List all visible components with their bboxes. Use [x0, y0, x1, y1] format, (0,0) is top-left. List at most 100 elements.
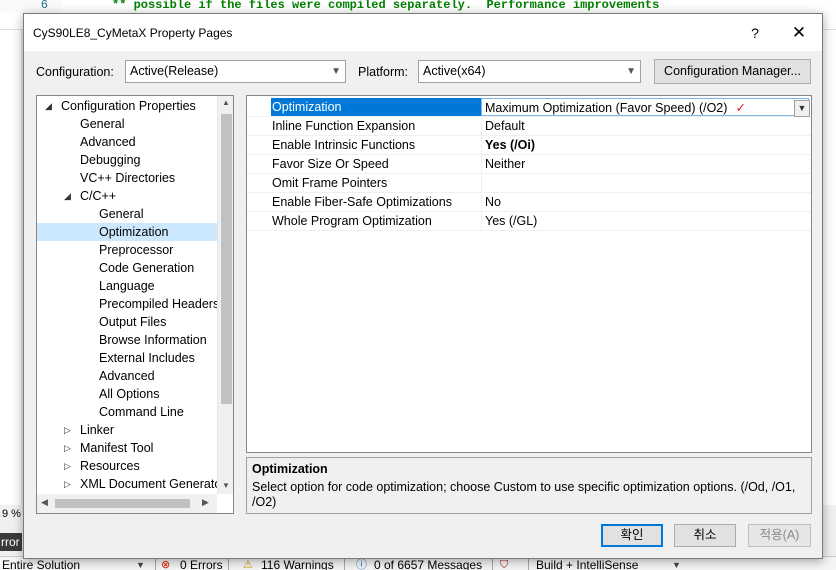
tree-item[interactable]: General — [37, 205, 217, 223]
tree-item[interactable]: Code Generation — [37, 259, 217, 277]
tree-item[interactable]: ▷ Linker — [37, 421, 217, 439]
property-pages-dialog: CyS90LE8_CyMetaX Property Pages ? ✕ Conf… — [23, 13, 823, 559]
platform-dropdown[interactable]: Active(x64) ▼ — [418, 60, 641, 83]
property-row[interactable]: Favor Size Or Speed Neither — [247, 155, 811, 174]
tree-item-label: Output Files — [99, 315, 167, 329]
tree-item[interactable]: Advanced — [37, 367, 217, 385]
description-title: Optimization — [252, 462, 328, 476]
property-row[interactable]: Enable Intrinsic Functions Yes (/Oi) — [247, 136, 811, 155]
configuration-dropdown[interactable]: Active(Release) ▼ — [125, 60, 346, 83]
tree-item[interactable]: Preprocessor — [37, 241, 217, 259]
tree-item[interactable]: ◢ C/C++ — [37, 187, 217, 205]
property-value[interactable]: No — [481, 193, 809, 211]
tree-item[interactable]: Debugging — [37, 151, 217, 169]
tree-item[interactable]: All Options — [37, 385, 217, 403]
property-row[interactable]: Enable Fiber-Safe Optimizations No — [247, 193, 811, 212]
property-tree: ◢ Configuration Properties General Advanced… — [36, 95, 234, 514]
collapse-arrow-icon[interactable]: ▷ — [64, 457, 71, 475]
tree-item[interactable]: Optimization — [37, 223, 217, 241]
value-dropdown-button[interactable]: ▼ — [794, 100, 810, 117]
tree-item-label: Linker — [80, 423, 115, 437]
dialog-title: CyS90LE8_CyMetaX Property Pages — [33, 26, 233, 40]
chevron-down-icon: ▼ — [626, 66, 636, 77]
tree-item-label: Browse Information — [99, 333, 207, 347]
property-value[interactable]: Default — [481, 117, 809, 135]
collapse-arrow-icon[interactable]: ▷ — [64, 475, 71, 493]
tree-item[interactable]: External Includes — [37, 349, 217, 367]
configuration-manager-button[interactable]: Configuration Manager... — [654, 59, 811, 84]
tree-item[interactable]: Browse Information — [37, 331, 217, 349]
tree-item-label: Manifest Tool — [80, 441, 154, 455]
ok-button[interactable]: 확인 — [601, 524, 663, 547]
code-comment-line: ** possible if the files were compiled s… — [112, 0, 660, 12]
property-row[interactable]: Inline Function Expansion Default — [247, 117, 811, 136]
cancel-button[interactable]: 취소 — [674, 524, 736, 547]
tree-item[interactable]: Language — [37, 277, 217, 295]
tree-item[interactable]: VC++ Directories — [37, 169, 217, 187]
tree-item[interactable]: Output Files — [37, 313, 217, 331]
description-panel: Optimization Select option for code opti… — [246, 457, 812, 514]
apply-button[interactable]: 적용(A) — [748, 524, 811, 547]
tree-item-label: Language — [99, 279, 155, 293]
tree-item[interactable]: ▷ Manifest Tool — [37, 439, 217, 457]
collapse-arrow-icon[interactable]: ▷ — [64, 439, 71, 457]
tree-item[interactable]: ▷ XML Document Generato — [37, 475, 221, 493]
editor-gutter — [0, 30, 22, 505]
property-value-text: Yes (/GL) — [485, 214, 538, 228]
property-value[interactable]: Yes (/GL) — [481, 212, 809, 230]
property-value-text: Maximum Optimization (Favor Speed) (/O2) — [485, 101, 728, 115]
tree-item-label: General — [99, 207, 144, 221]
scrollbar-thumb[interactable] — [221, 114, 232, 404]
property-value[interactable]: Neither — [481, 155, 809, 173]
property-row[interactable]: Whole Program Optimization Yes (/GL) — [247, 212, 811, 231]
property-value[interactable] — [481, 174, 809, 192]
expand-arrow-icon[interactable]: ◢ — [45, 97, 52, 115]
tree-item-label: General — [80, 117, 125, 131]
property-row[interactable]: Omit Frame Pointers — [247, 174, 811, 193]
property-grid: Optimization Maximum Optimization (Favor … — [246, 95, 812, 453]
scroll-down-icon[interactable]: ▼ — [222, 481, 230, 490]
tree-vertical-scrollbar[interactable]: ▲ ▼ — [217, 96, 233, 494]
tree-item-label: Advanced — [80, 135, 136, 149]
tree-item[interactable]: Command Line — [37, 403, 217, 421]
tree-item-label: Optimization — [99, 225, 169, 239]
description-text: Select option for code optimization; cho… — [252, 480, 796, 509]
scroll-right-icon[interactable]: ▶ — [202, 497, 209, 508]
tree-item[interactable]: Precompiled Headers — [37, 295, 219, 313]
chevron-down-icon: ▼ — [331, 66, 341, 77]
tree-item-label: Advanced — [99, 369, 155, 383]
scrollbar-thumb[interactable] — [55, 499, 190, 508]
tree-item[interactable]: General — [37, 115, 217, 133]
scroll-up-icon[interactable]: ▲ — [222, 98, 230, 107]
collapse-arrow-icon[interactable]: ▷ — [64, 421, 71, 439]
property-name: Inline Function Expansion — [272, 119, 416, 133]
property-name: Enable Fiber-Safe Optimizations — [272, 195, 452, 209]
close-button[interactable]: ✕ — [784, 20, 814, 46]
tree-item-label: Debugging — [80, 153, 141, 167]
line-number: 6 — [0, 0, 62, 12]
configuration-label: Configuration: — [36, 65, 114, 79]
tree-item-label: VC++ Directories — [80, 171, 176, 185]
title-bar: CyS90LE8_CyMetaX Property Pages ? ✕ — [24, 14, 822, 51]
property-value[interactable]: Yes (/Oi) — [481, 136, 809, 154]
property-row[interactable]: Optimization Maximum Optimization (Favor … — [247, 98, 811, 117]
property-name: Whole Program Optimization — [272, 214, 432, 228]
checkmark-icon: ✓ — [735, 101, 746, 115]
property-value-text: Yes (/Oi) — [485, 138, 536, 152]
tree-item[interactable]: Advanced — [37, 133, 217, 151]
tree-item[interactable]: ▷ Resources — [37, 457, 217, 475]
error-list-tab[interactable]: rror — [0, 533, 22, 551]
platform-value: Active(x64) — [423, 64, 486, 78]
property-value-text: Default — [485, 119, 525, 133]
help-button[interactable]: ? — [740, 20, 770, 46]
editor-scrollbar[interactable] — [822, 30, 836, 505]
scroll-left-icon[interactable]: ◀ — [41, 497, 48, 508]
tree-item-label: XML Document Generato — [80, 477, 222, 491]
zoom-level[interactable]: 9 % — [0, 506, 22, 522]
tree-item-label: C/C++ — [80, 189, 117, 203]
property-value[interactable]: Maximum Optimization (Favor Speed) (/O2)… — [481, 98, 810, 117]
expand-arrow-icon[interactable]: ◢ — [64, 187, 71, 205]
configuration-value: Active(Release) — [130, 64, 219, 78]
tree-horizontal-scrollbar[interactable]: ◀ ▶ — [37, 494, 217, 513]
tree-item[interactable]: ◢ Configuration Properties — [37, 97, 217, 115]
